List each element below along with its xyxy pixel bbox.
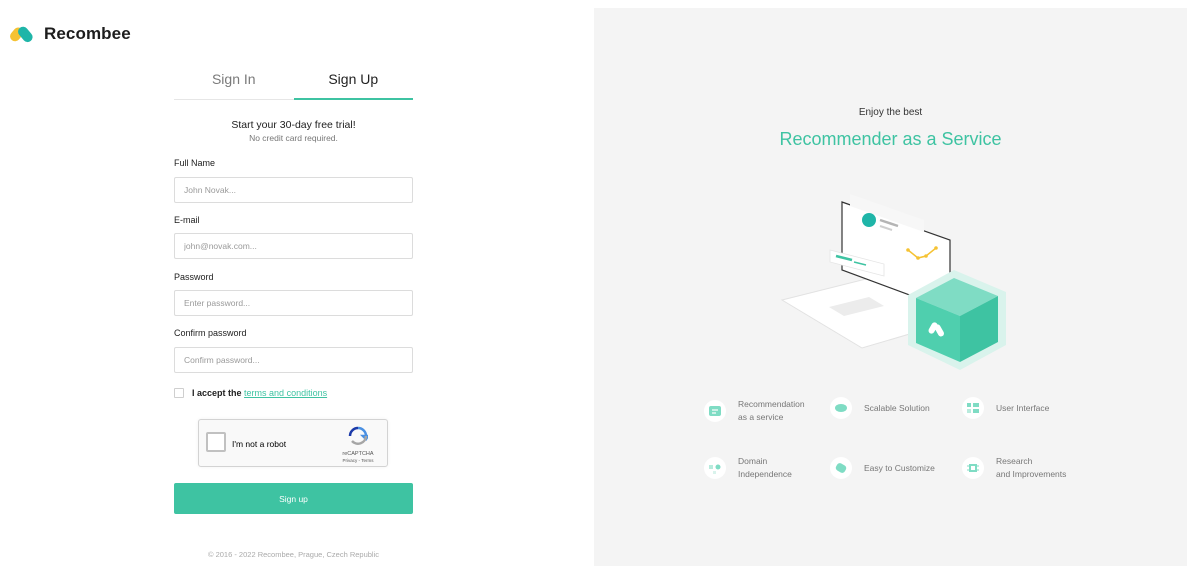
footer-copyright: © 2016 - 2022 Recombee, Prague, Czech Re… (207, 550, 380, 559)
recaptcha-widget: I'm not a robot reCAPTCHA Privacy - Term… (198, 419, 388, 467)
terms-row: I accept the terms and conditions (174, 388, 327, 398)
recombee-logo-icon (10, 26, 33, 43)
feature-recommendation: Recommendation as a service (704, 398, 805, 424)
email-label: E-mail (174, 215, 200, 225)
auth-tabs: Sign In Sign Up (174, 62, 413, 100)
recaptcha-logo: reCAPTCHA Privacy - Terms (337, 426, 379, 464)
hero-title: Recommender as a Service (779, 129, 1002, 149)
feature-customize: Easy to Customize (830, 457, 935, 479)
brand-name: Recombee (44, 24, 131, 43)
confirm-password-label: Confirm password (174, 328, 247, 338)
recaptcha-icon (348, 426, 371, 445)
user-interface-icon (962, 397, 984, 419)
recaptcha-links[interactable]: Privacy - Terms (337, 458, 379, 464)
feature-label: Domain Independence (738, 456, 792, 479)
feature-research: Research and Improvements (962, 455, 1066, 481)
confirm-password-input[interactable] (174, 347, 413, 373)
terms-prefix: I accept the (192, 388, 242, 398)
feature-user-interface: User Interface (962, 397, 1049, 419)
research-icon (962, 457, 984, 479)
tab-sign-in[interactable]: Sign In (174, 62, 294, 99)
promo-subtitle: No credit card required. (249, 133, 338, 143)
full-name-input[interactable] (174, 177, 413, 203)
feature-label: Recommendation as a service (738, 399, 805, 422)
signup-panel: Recombee Sign In Sign Up Start your 30-d… (0, 0, 594, 566)
domain-icon (704, 457, 726, 479)
brand[interactable]: Recombee (10, 24, 131, 44)
full-name-label: Full Name (174, 158, 216, 168)
sign-up-button[interactable]: Sign up (174, 483, 413, 514)
scalable-icon (830, 397, 852, 419)
feature-label: User Interface (996, 402, 1050, 413)
feature-scalable: Scalable Solution (830, 397, 930, 419)
feature-domain: Domain Independence (704, 455, 792, 481)
recaptcha-brand: reCAPTCHA (342, 451, 374, 457)
password-input[interactable] (174, 290, 413, 316)
recaptcha-label: I'm not a robot (232, 439, 287, 449)
recommendation-icon (704, 400, 726, 422)
hero-eyebrow: Enjoy the best (858, 107, 923, 118)
customize-icon (830, 457, 852, 479)
tab-sign-up[interactable]: Sign Up (293, 62, 413, 100)
recaptcha-checkbox[interactable] (206, 432, 226, 452)
marketing-panel: Enjoy the best Recommender as a Service (594, 8, 1187, 566)
hero-illustration (780, 194, 1006, 370)
terms-checkbox[interactable] (174, 388, 184, 398)
terms-label: I accept the terms and conditions (192, 388, 327, 398)
promo-title: Start your 30-day free trial! (231, 119, 356, 131)
terms-link[interactable]: terms and conditions (244, 388, 327, 398)
feature-label: Research and Improvements (996, 456, 1067, 479)
trial-promo: Start your 30-day free trial! No credit … (174, 119, 413, 144)
feature-label: Easy to Customize (864, 462, 935, 473)
email-input[interactable] (174, 233, 413, 259)
signup-page: Recombee Sign In Sign Up Start your 30-d… (0, 0, 1187, 566)
feature-label: Scalable Solution (864, 402, 930, 413)
password-label: Password (174, 272, 214, 282)
